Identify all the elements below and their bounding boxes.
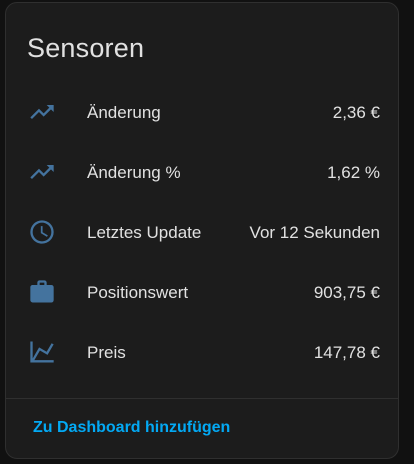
- chart-line-icon: [28, 338, 56, 366]
- sensor-value: 903,75 €: [313, 283, 380, 302]
- sensors-card: Sensoren Änderung 2,36 € Änderung % 1,62…: [5, 2, 399, 459]
- card-title: Sensoren: [27, 33, 145, 63]
- add-to-dashboard-link[interactable]: Zu Dashboard hinzufügen: [33, 413, 230, 443]
- sensor-label: Änderung %: [87, 163, 181, 182]
- sensor-label: Letztes Update: [87, 223, 202, 242]
- sensor-label: Preis: [87, 343, 126, 362]
- sensor-list: Änderung 2,36 € Änderung % 1,62 % Letzte…: [6, 83, 398, 383]
- trending-up-icon: [28, 98, 56, 126]
- sensor-row-change[interactable]: Änderung 2,36 €: [6, 83, 398, 143]
- sensor-value: 147,78 €: [313, 343, 380, 362]
- trending-up-icon: [28, 158, 56, 186]
- sensor-row-last-update[interactable]: Letztes Update Vor 12 Sekunden: [6, 203, 398, 263]
- sensor-row-change-percent[interactable]: Änderung % 1,62 %: [6, 143, 398, 203]
- sensor-value: Vor 12 Sekunden: [249, 223, 380, 242]
- clock-icon: [28, 218, 56, 246]
- sensor-label: Positionswert: [87, 283, 189, 302]
- briefcase-icon: [28, 278, 56, 306]
- sensor-value: 2,36 €: [332, 103, 380, 122]
- card-actions-divider: [6, 398, 398, 399]
- sensor-row-position-value[interactable]: Positionswert 903,75 €: [6, 263, 398, 323]
- sensor-label: Änderung: [87, 103, 161, 122]
- sensor-row-price[interactable]: Preis 147,78 €: [6, 323, 398, 383]
- sensor-value: 1,62 %: [327, 163, 380, 182]
